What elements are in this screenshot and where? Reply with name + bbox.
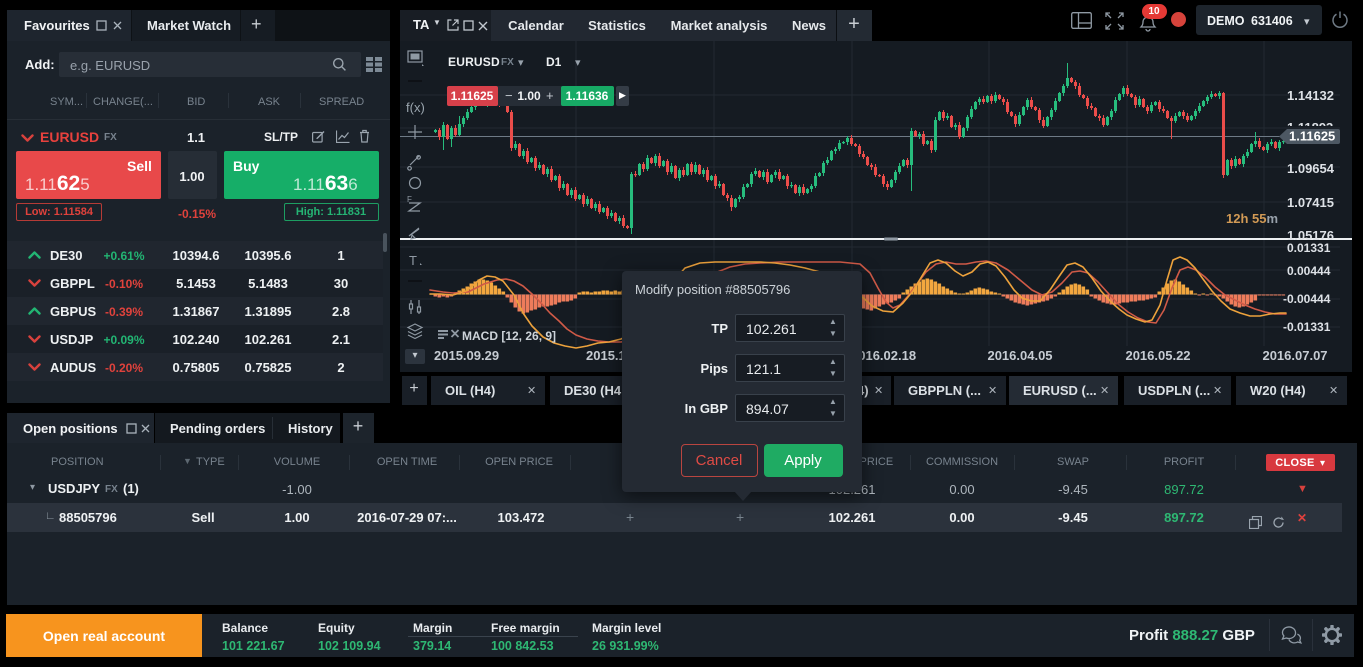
svg-text:1.11625: 1.11625 bbox=[1289, 129, 1335, 144]
svg-text:f(x): f(x) bbox=[406, 100, 425, 115]
svg-text:T: T bbox=[409, 253, 417, 268]
